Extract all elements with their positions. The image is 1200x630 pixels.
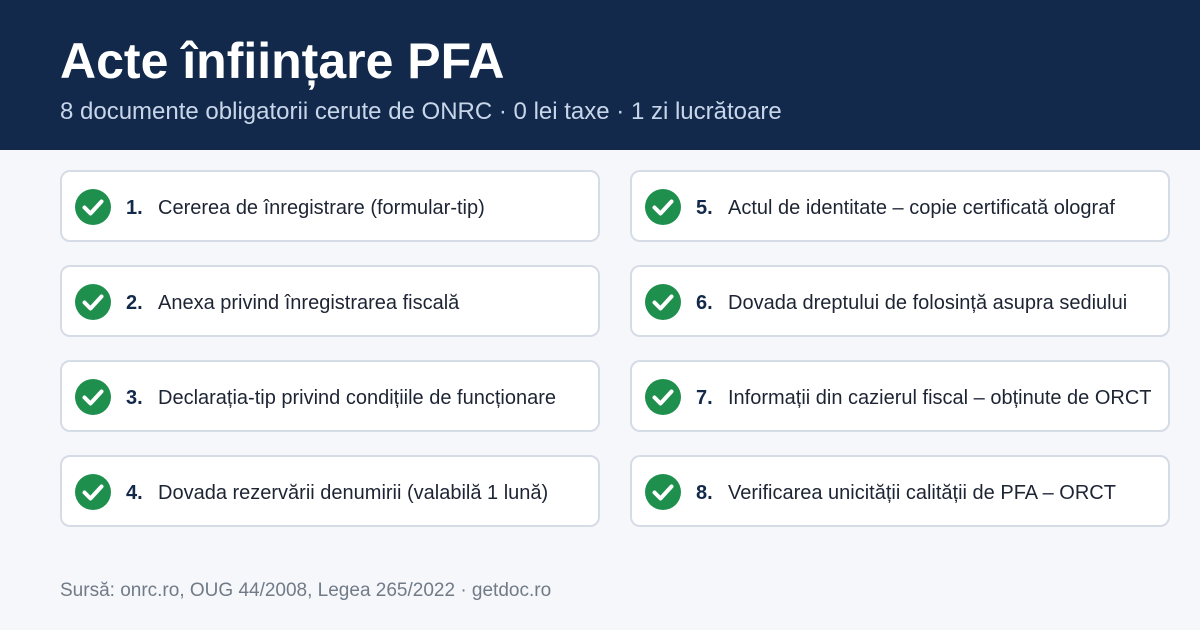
document-number: 2. bbox=[126, 292, 143, 314]
document-number: 8. bbox=[696, 482, 713, 504]
document-label: Actul de identitate – copie certificată … bbox=[728, 197, 1115, 219]
document-card-5: 5. Actul de identitate – copie certifica… bbox=[630, 170, 1170, 242]
check-circle-icon bbox=[645, 474, 681, 510]
page-title: Acte înființare PFA bbox=[60, 33, 505, 89]
document-number: 3. bbox=[126, 387, 143, 409]
header-banner: Acte înființare PFA 8 documente obligato… bbox=[0, 0, 1200, 150]
document-card-4: 4. Dovada rezervării denumirii (valabilă… bbox=[60, 455, 600, 527]
document-card-2: 2. Anexa privind înregistrarea fiscală bbox=[60, 265, 600, 337]
document-card-8: 8. Verificarea unicității calității de P… bbox=[630, 455, 1170, 527]
document-label: Dovada dreptului de folosință asupra sed… bbox=[728, 292, 1128, 314]
document-number: 1. bbox=[126, 197, 143, 219]
document-number: 7. bbox=[696, 387, 713, 409]
document-label: Anexa privind înregistrarea fiscală bbox=[158, 292, 460, 314]
document-label: Dovada rezervării denumirii (valabilă 1 … bbox=[158, 482, 549, 504]
document-label: Informații din cazierul fiscal – obținut… bbox=[728, 387, 1152, 409]
document-label: Verificarea unicității calității de PFA … bbox=[728, 482, 1116, 504]
check-circle-icon bbox=[75, 474, 111, 510]
check-circle-icon bbox=[645, 189, 681, 225]
check-circle-icon bbox=[645, 284, 681, 320]
document-card-3: 3. Declarația-tip privind condițiile de … bbox=[60, 360, 600, 432]
document-number: 6. bbox=[696, 292, 713, 314]
check-circle-icon bbox=[75, 284, 111, 320]
source-footer: Sursă: onrc.ro, OUG 44/2008, Legea 265/2… bbox=[60, 580, 552, 601]
page-subtitle: 8 documente obligatorii cerute de ONRC ·… bbox=[60, 98, 782, 125]
check-circle-icon bbox=[75, 379, 111, 415]
document-card-7: 7. Informații din cazierul fiscal – obți… bbox=[630, 360, 1170, 432]
documents-grid: 1. Cererea de înregistrare (formular-tip… bbox=[60, 170, 1170, 528]
document-card-1: 1. Cererea de înregistrare (formular-tip… bbox=[60, 170, 600, 242]
check-circle-icon bbox=[75, 189, 111, 225]
document-label: Cererea de înregistrare (formular-tip) bbox=[158, 197, 485, 219]
document-label: Declarația-tip privind condițiile de fun… bbox=[158, 387, 556, 409]
document-number: 5. bbox=[696, 197, 713, 219]
document-number: 4. bbox=[126, 482, 143, 504]
document-card-6: 6. Dovada dreptului de folosință asupra … bbox=[630, 265, 1170, 337]
check-circle-icon bbox=[645, 379, 681, 415]
